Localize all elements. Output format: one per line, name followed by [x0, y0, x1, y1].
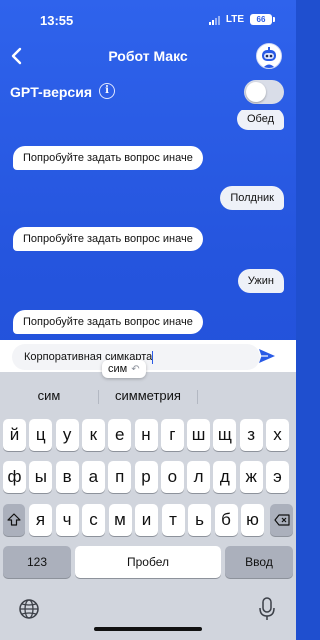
message-bot: Попробуйте задать вопрос иначе — [13, 146, 203, 170]
send-icon[interactable] — [258, 347, 276, 365]
key-и[interactable]: и — [135, 504, 158, 536]
message-bot: Попробуйте задать вопрос иначе — [13, 310, 203, 334]
key-к[interactable]: к — [81, 419, 105, 451]
key-р[interactable]: р — [134, 461, 158, 493]
suggestion-item[interactable] — [198, 382, 296, 410]
microphone-icon[interactable] — [258, 597, 276, 621]
key-ш[interactable]: ш — [187, 419, 211, 451]
chat-history: Обед Попробуйте задать вопрос иначе Полд… — [0, 110, 296, 340]
shift-key[interactable] — [3, 504, 25, 536]
key-п[interactable]: п — [108, 461, 132, 493]
autocorrect-text: сим — [108, 363, 128, 375]
signal-icon — [208, 15, 220, 25]
key-ц[interactable]: ц — [29, 419, 53, 451]
key-о[interactable]: о — [160, 461, 184, 493]
key-м[interactable]: м — [108, 504, 132, 536]
message-composer: Корпоративная симкарта — [0, 340, 296, 372]
message-user: Ужин — [237, 269, 284, 293]
home-indicator — [94, 627, 202, 631]
page-title: Робот Макс — [108, 48, 188, 64]
screen: 13:55 LTE 66 Робот Макс GPT-версия i Обе… — [0, 0, 296, 640]
key-б[interactable]: б — [214, 504, 238, 536]
key-э[interactable]: э — [266, 461, 289, 493]
suggestion-item[interactable]: сим — [0, 382, 98, 410]
globe-icon[interactable] — [18, 598, 40, 620]
network-type: LTE — [225, 14, 244, 25]
info-icon[interactable]: i — [99, 83, 115, 99]
key-ф[interactable]: ф — [3, 461, 26, 493]
battery-icon: 66 — [250, 14, 275, 25]
key-я[interactable]: я — [29, 504, 52, 536]
key-д[interactable]: д — [213, 461, 237, 493]
suggestion-item[interactable]: симметрия — [99, 382, 197, 410]
key-ж[interactable]: ж — [239, 461, 263, 493]
key-в[interactable]: в — [55, 461, 79, 493]
gpt-version-row: GPT-версия i — [0, 78, 296, 108]
key-с[interactable]: с — [82, 504, 105, 536]
key-з[interactable]: з — [239, 419, 263, 451]
key-х[interactable]: х — [266, 419, 289, 451]
key-л[interactable]: л — [187, 461, 211, 493]
autocorrect-popup[interactable]: сим ↶ — [102, 360, 146, 378]
key-н[interactable]: н — [134, 419, 158, 451]
key-у[interactable]: у — [55, 419, 79, 451]
suggestion-bar: сим симметрия — [0, 382, 296, 410]
status-indicators: LTE 66 — [208, 14, 275, 25]
status-bar: 13:55 LTE 66 — [0, 0, 296, 40]
return-key[interactable]: Ввод — [225, 546, 293, 578]
key-а[interactable]: а — [81, 461, 105, 493]
key-ю[interactable]: ю — [241, 504, 264, 536]
message-user: Обед — [236, 110, 284, 130]
message-user: Полдник — [220, 186, 284, 210]
app-header: Робот Макс — [0, 40, 296, 74]
key-й[interactable]: й — [3, 419, 26, 451]
status-time: 13:55 — [40, 13, 74, 28]
key-г[interactable]: г — [160, 419, 184, 451]
key-ь[interactable]: ь — [188, 504, 211, 536]
message-bot: Попробуйте задать вопрос иначе — [13, 227, 203, 251]
numbers-key[interactable]: 123 — [3, 546, 71, 578]
shift-icon — [7, 513, 21, 526]
keyboard: сим симметрия йцукенгшщзх фывапролджэ яч… — [0, 372, 296, 640]
gpt-version-toggle[interactable] — [244, 80, 284, 104]
space-key[interactable]: Пробел — [75, 546, 221, 578]
toggle-knob — [246, 82, 266, 102]
key-т[interactable]: т — [161, 504, 185, 536]
backspace-key[interactable] — [270, 504, 293, 536]
key-щ[interactable]: щ — [213, 419, 237, 451]
gpt-version-label: GPT-версия — [10, 84, 92, 100]
key-ч[interactable]: ч — [55, 504, 79, 536]
key-е[interactable]: е — [108, 419, 132, 451]
undo-icon: ↶ — [131, 364, 140, 375]
key-ы[interactable]: ы — [29, 461, 53, 493]
backspace-icon — [273, 514, 290, 526]
robot-avatar-icon[interactable] — [256, 43, 282, 69]
text-caret — [152, 350, 154, 364]
